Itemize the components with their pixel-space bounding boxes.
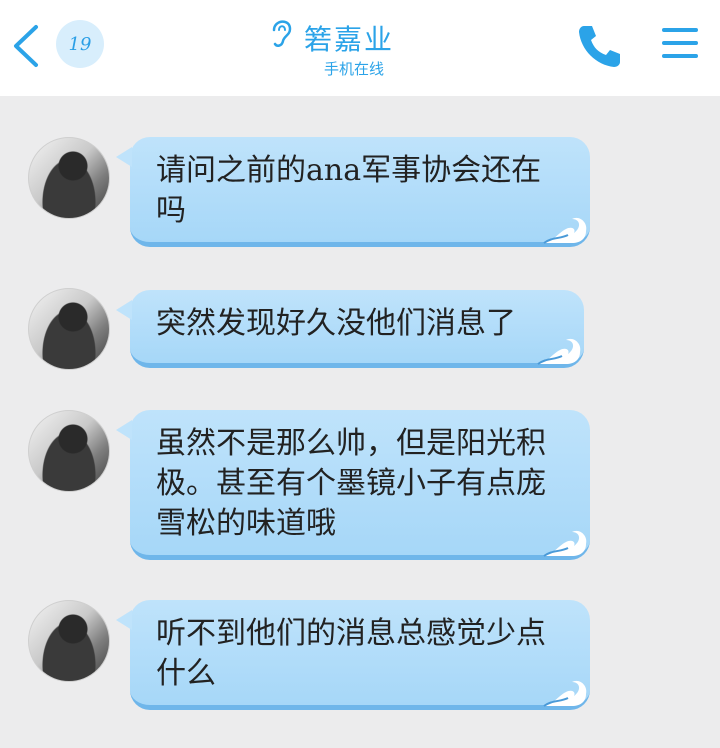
avatar[interactable]	[28, 600, 110, 682]
ear-icon	[272, 20, 292, 47]
message-text: 请问之前的ana军事协会还在吗	[156, 153, 542, 228]
menu-icon[interactable]	[662, 28, 698, 62]
back-arrow-icon[interactable]	[10, 24, 44, 68]
wave-icon	[537, 338, 581, 365]
message-text: 突然发现好久没他们消息了	[156, 306, 516, 341]
message-bubble[interactable]: 听不到他们的消息总感觉少点什么	[116, 600, 590, 710]
contact-name: 箬嘉业	[304, 23, 395, 56]
message-bubble[interactable]: 请问之前的ana军事协会还在吗	[116, 137, 590, 247]
wave-icon	[543, 680, 587, 707]
message-text: 听不到他们的消息总感觉少点什么	[156, 616, 546, 691]
avatar[interactable]	[28, 137, 110, 219]
message-bubble[interactable]: 突然发现好久没他们消息了	[116, 290, 584, 368]
unread-count-badge[interactable]: 19	[56, 20, 104, 68]
contact-title[interactable]: 箬嘉业 手机在线	[260, 10, 460, 90]
wave-icon	[543, 217, 587, 244]
online-status: 手机在线	[324, 60, 385, 78]
avatar[interactable]	[28, 288, 110, 370]
phone-icon[interactable]	[578, 22, 622, 68]
wave-icon	[543, 530, 587, 557]
message-bubble[interactable]: 虽然不是那么帅，但是阳光积极。甚至有个墨镜小子有点庞雪松的味道哦	[116, 410, 590, 560]
chat-header: 19 箬嘉业 手机在线	[0, 0, 720, 96]
message-text: 虽然不是那么帅，但是阳光积极。甚至有个墨镜小子有点庞雪松的味道哦	[156, 426, 546, 541]
avatar[interactable]	[28, 410, 110, 492]
